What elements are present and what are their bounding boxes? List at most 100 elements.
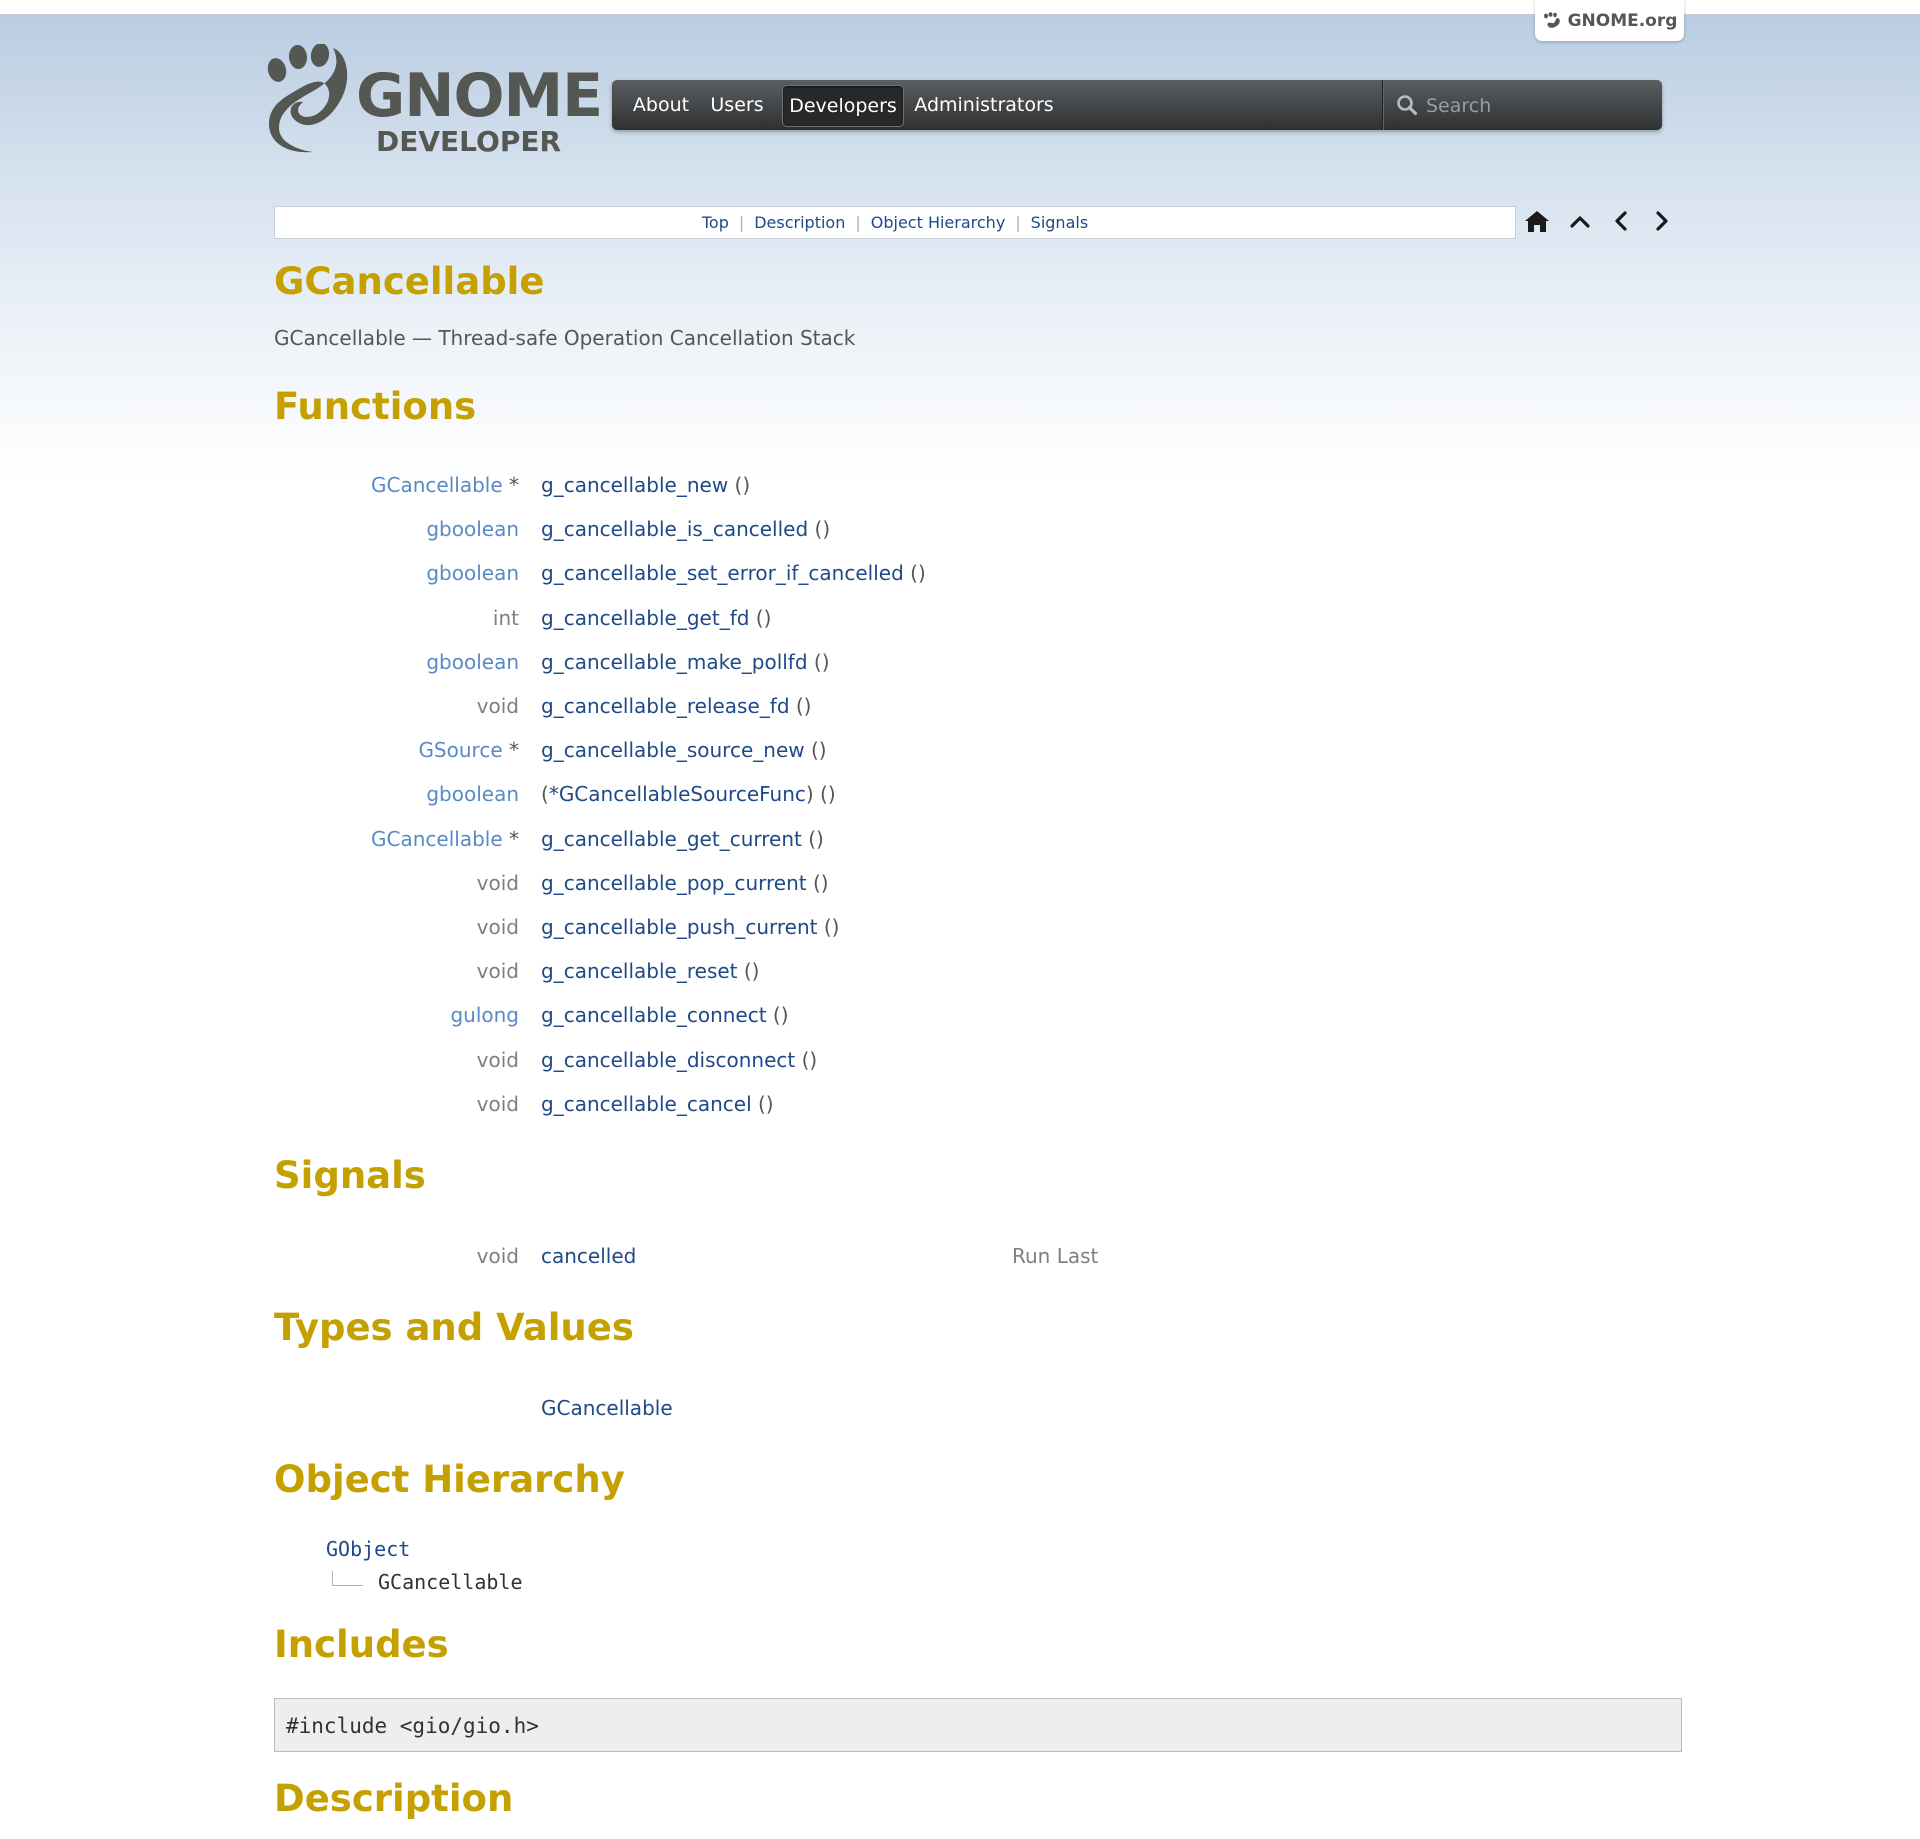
signals-heading: Signals <box>274 1154 426 1197</box>
nav-administrators[interactable]: Administrators <box>914 85 1054 125</box>
signal-flags: Run Last <box>1012 1244 1099 1268</box>
function-args: () <box>749 605 772 630</box>
description-heading: Description <box>274 1777 514 1820</box>
function-return-type[interactable]: gulong <box>450 1003 519 1027</box>
type-row: GCancellable <box>274 1393 1474 1423</box>
function-link[interactable]: g_cancellable_new <box>541 473 728 497</box>
hierarchy-tree-line <box>332 1571 363 1586</box>
include-code-block: #include <gio/gio.h> <box>274 1698 1682 1752</box>
function-args: () <box>813 782 836 807</box>
function-args: () <box>766 1003 789 1028</box>
up-button[interactable] <box>1565 206 1595 236</box>
function-args: () <box>789 694 812 718</box>
function-row: gboolean g_cancellable_is_cancelled () <box>274 514 1474 544</box>
function-return-type[interactable]: gboolean <box>426 517 519 541</box>
function-row: void g_cancellable_release_fd () <box>274 691 1474 721</box>
gnome-org-link[interactable]: GNOME.org <box>1535 0 1684 41</box>
search-icon <box>1397 95 1418 116</box>
next-page-button[interactable] <box>1647 206 1677 236</box>
function-row: gboolean g_cancellable_make_pollfd () <box>274 647 1474 677</box>
function-args: () <box>795 1047 818 1072</box>
function-args: () <box>737 959 760 984</box>
function-link[interactable]: *GCancellableSourceFunc <box>549 782 806 806</box>
pointer-marker: * <box>502 826 519 851</box>
function-row: gboolean g_cancellable_set_error_if_cance… <box>274 558 1474 588</box>
function-return-type: void <box>476 959 519 984</box>
nav-users[interactable]: Users <box>705 85 769 125</box>
function-link[interactable]: g_cancellable_cancel <box>541 1092 752 1116</box>
signal-cancelled-link[interactable]: cancelled <box>541 1244 636 1268</box>
type-gcancellable-link[interactable]: GCancellable <box>541 1396 673 1420</box>
gnome-developer-logo[interactable]: GNOME DEVELOPER <box>263 44 603 162</box>
function-link[interactable]: g_cancellable_release_fd <box>541 694 790 718</box>
function-link[interactable]: g_cancellable_get_fd <box>541 606 749 630</box>
docnav-top-link[interactable]: Top <box>702 213 729 232</box>
page-subtitle: GCancellable — Thread-safe Operation Can… <box>274 326 856 350</box>
previous-page-button[interactable] <box>1606 206 1636 236</box>
function-link[interactable]: g_cancellable_is_cancelled <box>541 517 808 541</box>
function-args: () <box>751 1091 774 1116</box>
nav-about[interactable]: About <box>621 85 701 125</box>
function-suffix: ) <box>805 782 814 807</box>
function-return-type: void <box>476 694 519 718</box>
function-return-type: void <box>476 1047 519 1072</box>
docnav-description-link[interactable]: Description <box>754 213 845 232</box>
function-return-type: int <box>492 605 519 630</box>
function-args: () <box>728 473 751 497</box>
signal-row: void cancelled Run Last <box>274 1241 1474 1271</box>
chevron-left-icon <box>1615 211 1627 231</box>
main-navigation: About Users Developers Administrators <box>612 80 1662 130</box>
function-link[interactable]: g_cancellable_push_current <box>541 915 817 939</box>
function-return-type[interactable]: gboolean <box>426 782 519 806</box>
docnav-separator: | <box>855 213 861 232</box>
nav-developers[interactable]: Developers <box>782 85 904 127</box>
function-link[interactable]: g_cancellable_set_error_if_cancelled <box>541 561 904 585</box>
function-return-type: void <box>476 915 519 939</box>
gnome-org-label: GNOME.org <box>1567 10 1678 31</box>
hierarchy-gobject-link[interactable]: GObject <box>326 1537 410 1561</box>
function-return-type[interactable]: GCancellable <box>371 473 503 497</box>
doc-section-nav: Top | Description | Object Hierarchy | Signals <box>274 206 1516 239</box>
gnome-foot-icon <box>1543 11 1560 28</box>
function-return-type[interactable]: gboolean <box>426 650 519 674</box>
docnav-separator: | <box>738 213 745 232</box>
function-return-type[interactable]: gboolean <box>426 561 519 585</box>
function-row: void g_cancellable_disconnect () <box>274 1045 1474 1075</box>
function-args: () <box>808 517 831 542</box>
function-args: () <box>903 561 926 586</box>
function-return-type[interactable]: GCancellable <box>371 827 503 851</box>
pointer-marker: * <box>502 738 519 763</box>
function-args: () <box>806 870 829 895</box>
function-row: int g_cancellable_get_fd () <box>274 603 1474 633</box>
object-hierarchy-heading: Object Hierarchy <box>274 1458 625 1501</box>
function-link[interactable]: g_cancellable_pop_current <box>541 871 807 895</box>
function-args: () <box>807 649 830 674</box>
hierarchy-gcancellable: GCancellable <box>378 1570 523 1594</box>
function-link[interactable]: g_cancellable_disconnect <box>541 1048 795 1072</box>
signal-return-type: void <box>476 1244 519 1268</box>
docnav-object-hierarchy-link[interactable]: Object Hierarchy <box>871 213 1006 232</box>
function-link[interactable]: g_cancellable_reset <box>541 959 738 983</box>
function-return-type: void <box>476 870 519 895</box>
function-args: () <box>804 738 827 763</box>
docnav-signals-link[interactable]: Signals <box>1031 213 1088 232</box>
page-title: GCancellable <box>274 260 545 303</box>
function-link[interactable]: g_cancellable_source_new <box>541 738 805 762</box>
function-return-type[interactable]: GSource <box>418 738 502 762</box>
logo-wordmark-developer: DEVELOPER <box>376 125 562 158</box>
function-row: void g_cancellable_push_current () <box>274 912 1474 942</box>
function-prefix: ( <box>541 782 549 807</box>
function-row: GSource * g_cancellable_source_new () <box>274 735 1474 765</box>
home-button[interactable] <box>1522 206 1552 236</box>
home-icon <box>1525 211 1549 232</box>
function-link[interactable]: g_cancellable_make_pollfd <box>541 650 808 674</box>
function-link[interactable]: g_cancellable_connect <box>541 1003 767 1027</box>
function-link[interactable]: g_cancellable_get_current <box>541 827 802 851</box>
search-input[interactable] <box>1424 90 1648 122</box>
function-args: () <box>801 826 824 851</box>
function-row: GCancellable * g_cancellable_get_current … <box>274 824 1474 854</box>
function-row: void g_cancellable_pop_current () <box>274 868 1474 898</box>
gnome-foot-logo-icon <box>267 44 348 153</box>
up-icon <box>1570 216 1590 228</box>
nav-divider <box>1382 80 1384 130</box>
